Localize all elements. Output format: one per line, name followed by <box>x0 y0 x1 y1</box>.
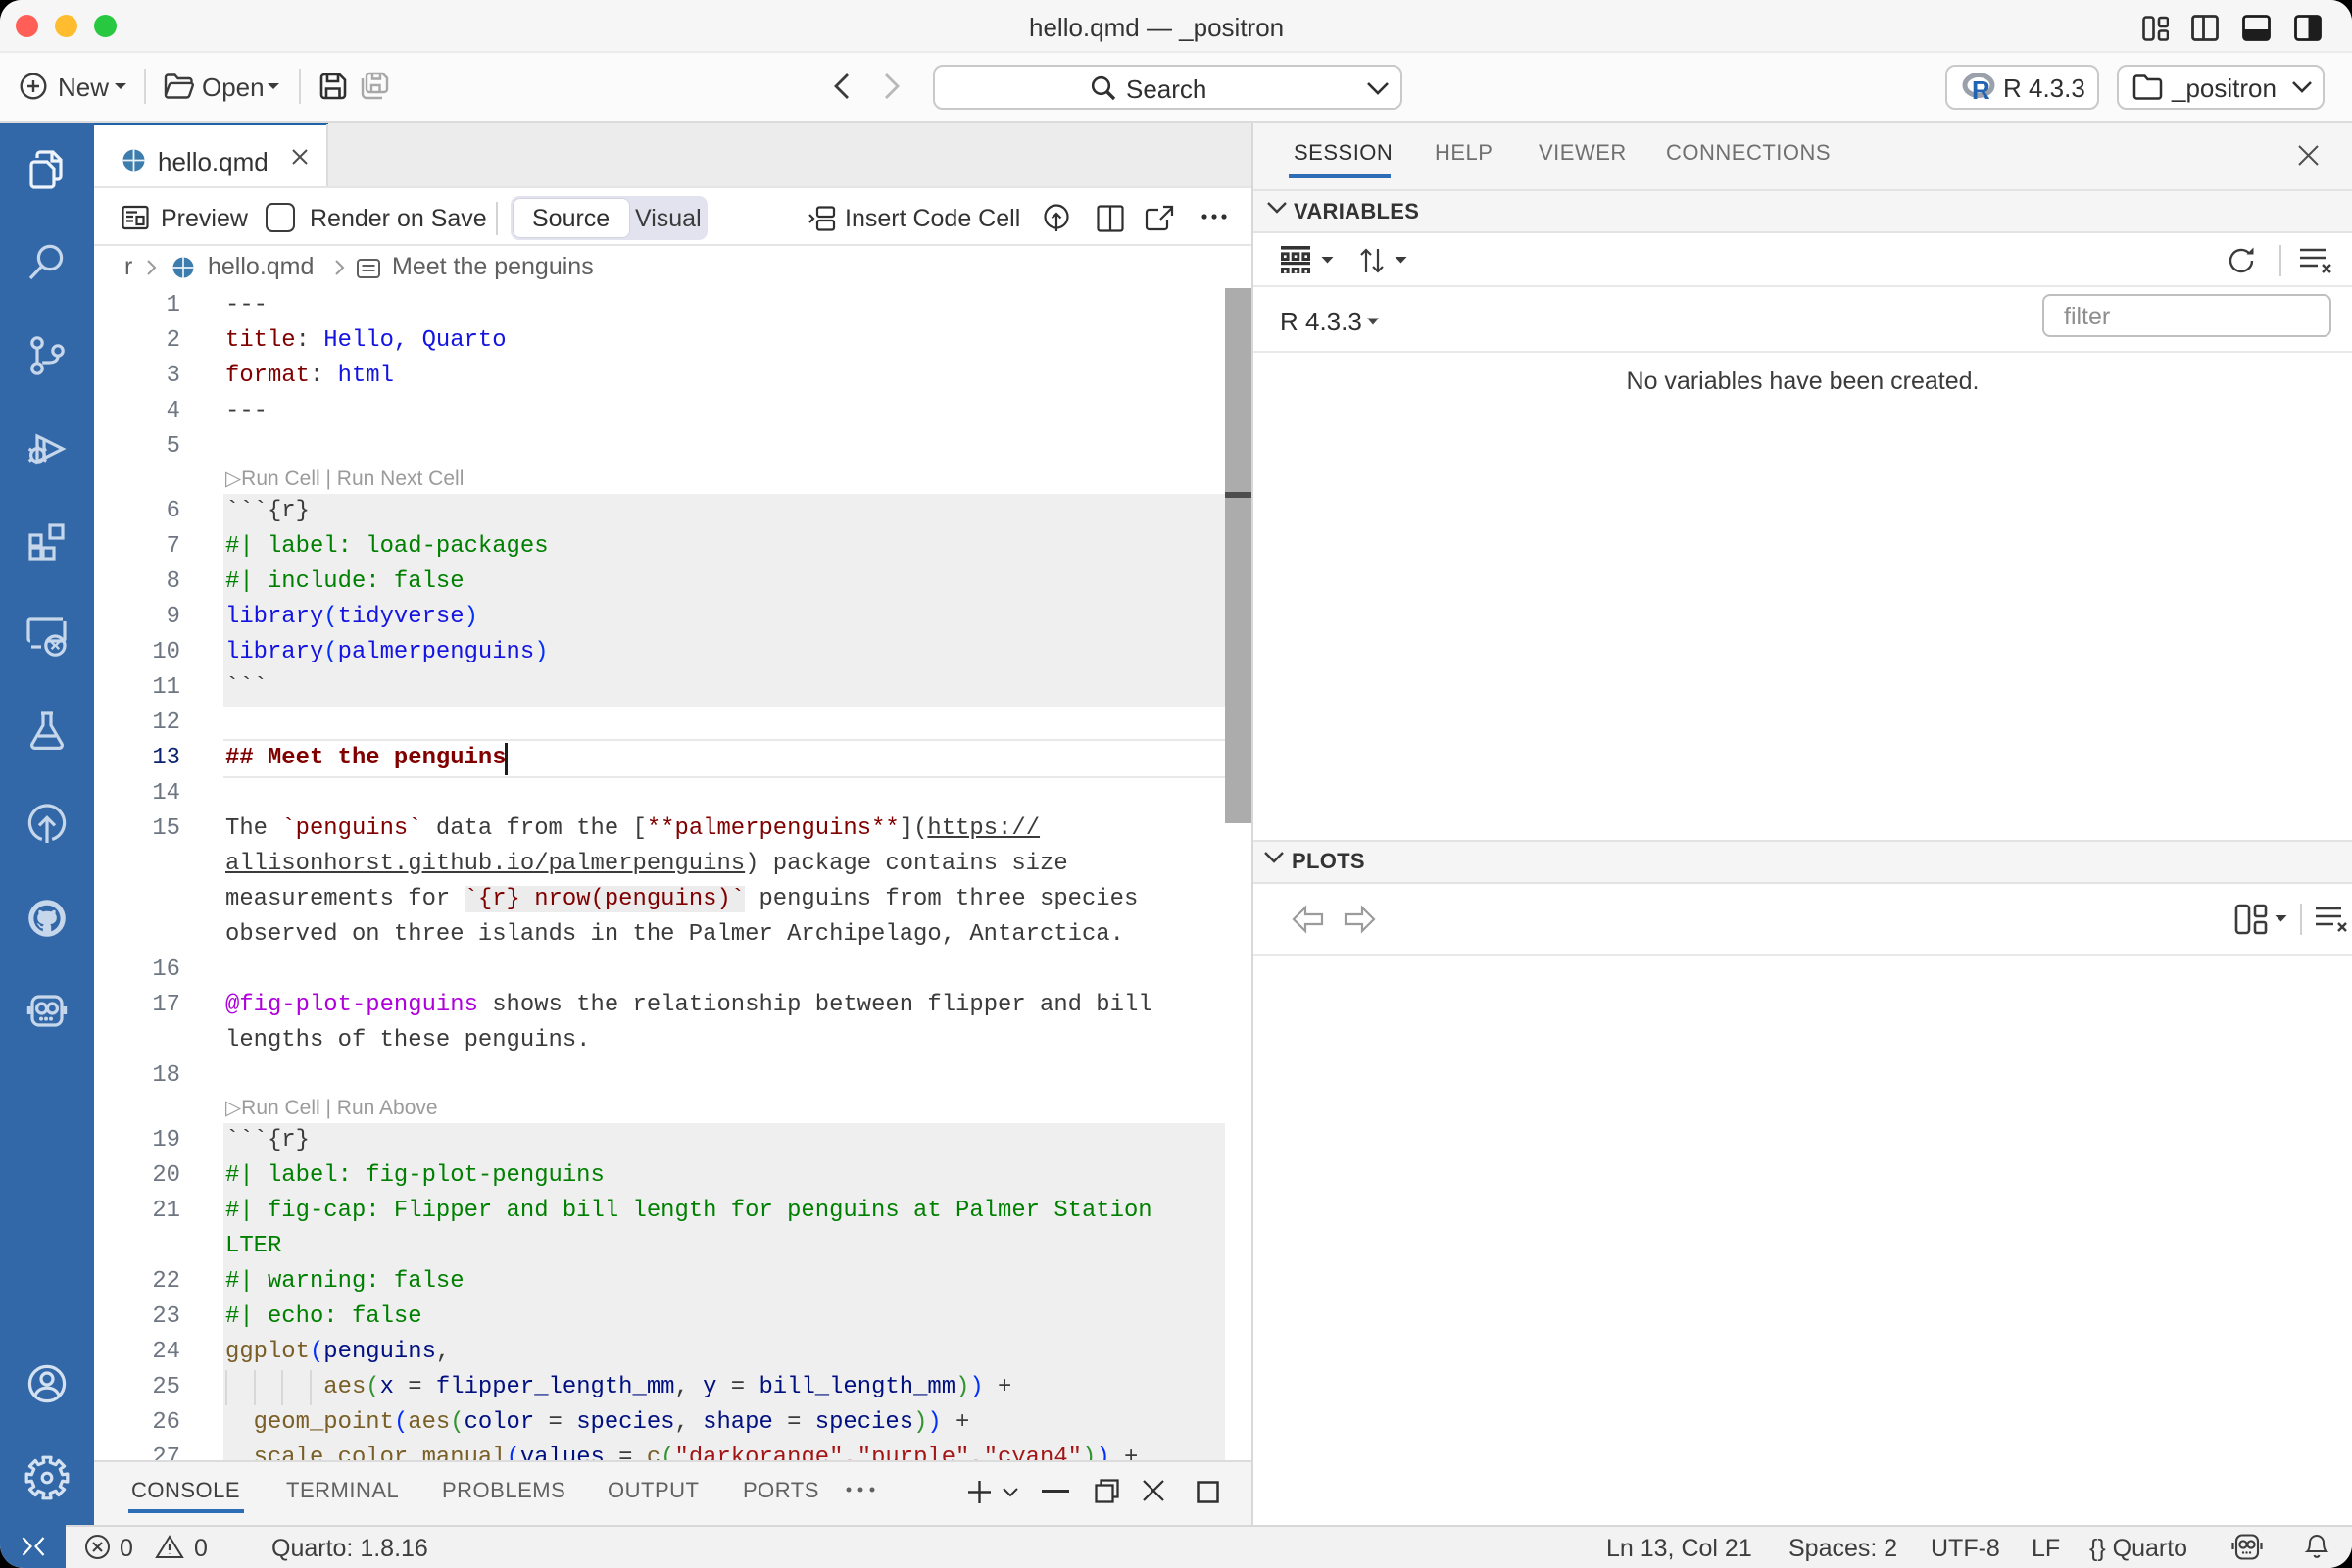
svg-text:R: R <box>1972 75 1990 102</box>
